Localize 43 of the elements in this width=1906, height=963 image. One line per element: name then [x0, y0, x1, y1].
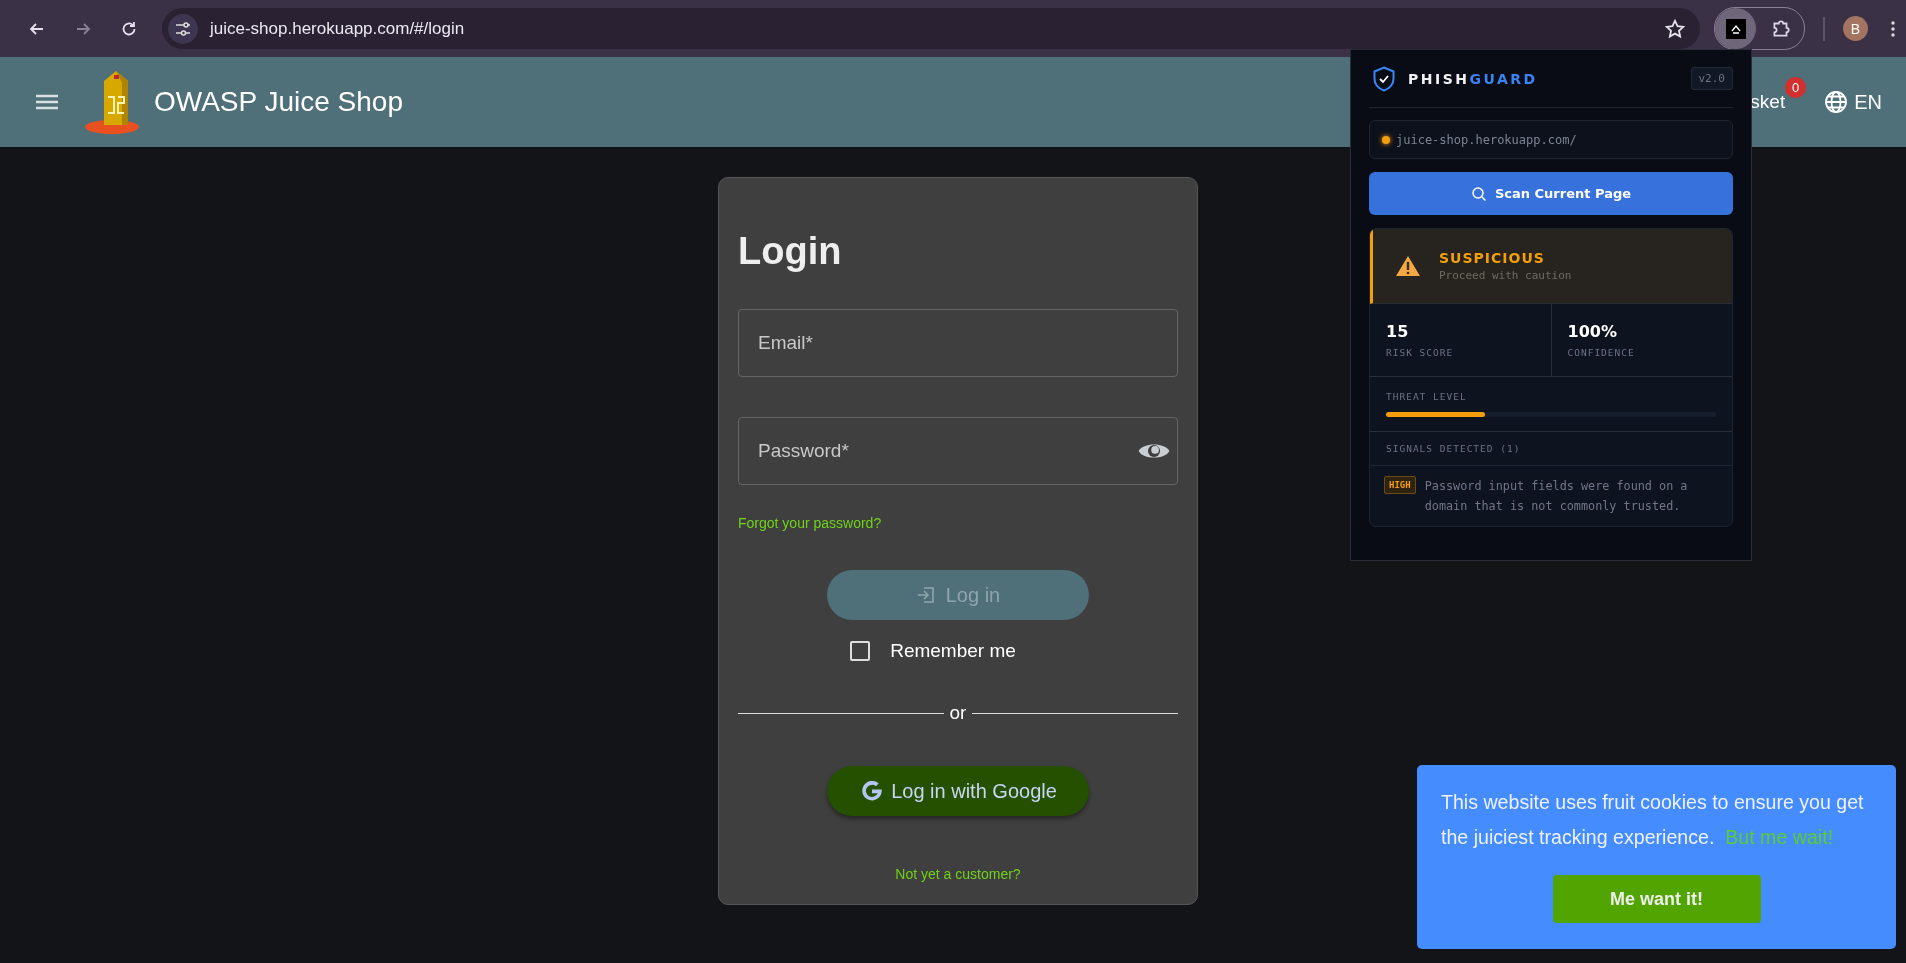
google-login-button[interactable]: Log in with Google	[827, 766, 1089, 816]
login-title: Login	[738, 230, 843, 273]
extension-button[interactable]	[1715, 8, 1756, 49]
warning-icon	[1395, 255, 1421, 277]
stat-value: 15	[1386, 322, 1410, 341]
profile-avatar[interactable]: B	[1843, 16, 1868, 41]
verdict-title: SUSPICIOUS	[1439, 250, 1546, 266]
basket-link[interactable]: sket	[1750, 91, 1786, 113]
stat-label: RISK SCORE	[1386, 347, 1455, 358]
url-text: juice-shop.herokuapp.com/	[1396, 132, 1577, 147]
signal-text: Password input fields were found on a domain that is not commonly trusted.	[1424, 478, 1689, 515]
site-settings-icon[interactable]	[168, 13, 198, 44]
divider-label: or	[949, 702, 967, 724]
search-icon	[1470, 185, 1487, 202]
forgot-password-link[interactable]: Forgot your password?	[738, 515, 882, 531]
version-tag: v2.0	[1690, 67, 1733, 90]
app-title[interactable]: OWASP Juice Shop	[154, 86, 403, 118]
signals-heading: SIGNALS DETECTED (1)	[1386, 443, 1521, 454]
input-field[interactable]: Email*	[738, 309, 1178, 377]
input-field[interactable]: Password*	[738, 417, 1178, 485]
address-bar[interactable]: juice-shop.herokuapp.com/#/login	[162, 8, 1700, 49]
language-label[interactable]: EN	[1854, 90, 1882, 114]
stat-label: CONFIDENCE	[1567, 347, 1636, 358]
threat-level-label: THREAT LEVEL	[1386, 391, 1468, 402]
menu-icon[interactable]	[1890, 18, 1896, 39]
brand-name: PHISH GUARD	[1408, 70, 1538, 87]
basket-count-badge: 0	[1785, 77, 1807, 98]
cookie-message: This website uses fruit cookies to ensure you get the juiciest tracking experience. But me wait!	[1441, 790, 1865, 850]
verdict-subtitle: Proceed with caution	[1439, 269, 1572, 282]
globe-icon[interactable]	[1824, 90, 1849, 114]
menu-icon[interactable]	[36, 94, 58, 110]
remember-label[interactable]: Remember me	[890, 640, 1016, 662]
register-link[interactable]: Not yet a customer?	[895, 866, 1021, 882]
shield-check-icon	[1372, 65, 1396, 92]
status-dot	[1382, 135, 1390, 144]
scan-button[interactable]: Scan Current Page	[1369, 172, 1733, 215]
url-text: juice-shop.herokuapp.com/#/login	[210, 18, 466, 39]
bookmark-star-icon[interactable]	[1664, 17, 1686, 40]
severity-tag: HIGH	[1384, 476, 1416, 494]
stat-value: 100%	[1567, 322, 1618, 341]
remember-checkbox[interactable]	[850, 641, 871, 661]
extension-icon	[1725, 18, 1746, 39]
login-icon	[915, 585, 936, 605]
